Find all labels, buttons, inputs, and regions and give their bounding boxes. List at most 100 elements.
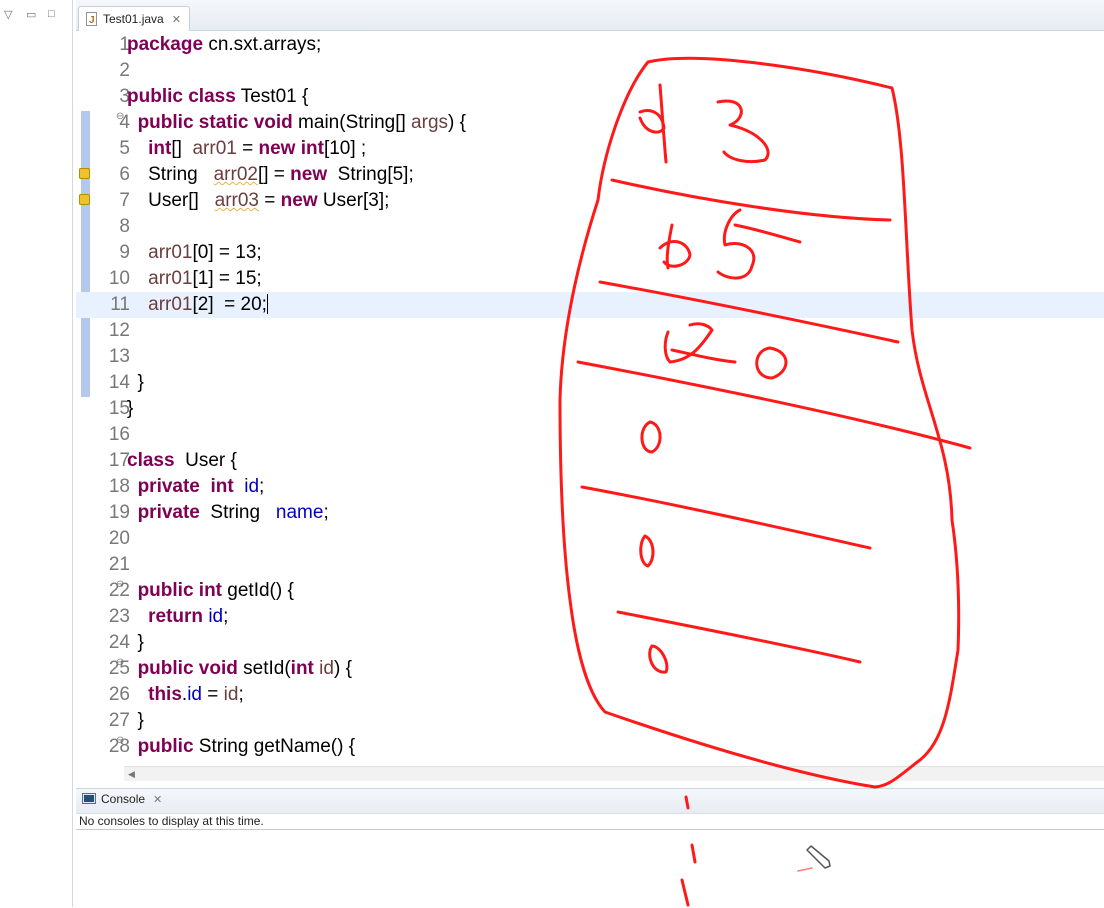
code-token: main(String[] [292,112,412,133]
left-view-panel: ▽ ▭ □ [0,0,73,907]
code-line[interactable]: 13 [76,344,1104,370]
code-line[interactable]: 7 User[] arr03 = new User[3]; [76,188,1104,214]
code-line[interactable]: 14 } [76,370,1104,396]
code-token: new [258,138,296,159]
code-line[interactable]: 25 ⊖ public void setId(int id) { [76,656,1104,682]
code-text: } [127,708,144,734]
code-line[interactable]: 23 return id; [76,604,1104,630]
code-token: arr01 [148,268,193,289]
code-line[interactable]: 3 public class Test01 { [76,84,1104,110]
code-line[interactable]: 27 } [76,708,1104,734]
maximize-icon[interactable]: □ [48,8,55,20]
line-number: 9 [119,242,130,263]
horizontal-scrollbar[interactable]: ◀ [124,766,1104,781]
code-line[interactable]: 11 arr01[2] = 20; [76,292,1104,318]
code-line[interactable]: 4 ⊖ public static void main(String[] args… [76,110,1104,136]
line-number: 6 [119,164,130,185]
close-icon[interactable]: ✕ [172,13,181,26]
code-token: ) { [448,112,466,133]
code-text: public static void main(String[] args) { [127,110,466,136]
code-token: cn.sxt.arrays; [203,34,322,55]
line-number: 19 [108,502,130,523]
code-token: public [137,658,194,679]
view-menu-icon[interactable]: ▽ [4,8,12,21]
warning-icon[interactable] [79,168,90,179]
code-text: arr01[2] = 20; [127,292,268,318]
code-token: [0] = 13; [192,242,262,263]
fold-toggle-icon[interactable]: ⊖ [116,111,124,122]
code-line[interactable]: 28 ⊖ public String getName() { [76,734,1104,760]
code-line[interactable]: 21 [76,552,1104,578]
code-token: User[3]; [317,190,390,211]
code-token: arr01 [192,138,237,159]
code-text: public void setId(int id) { [127,656,352,682]
code-line[interactable]: 19 private String name; [76,500,1104,526]
code-editor[interactable]: 1 package cn.sxt.arrays; 2 3 public class Te… [76,31,1104,765]
scroll-left-icon[interactable]: ◀ [128,767,135,781]
line-number: 26 [108,684,130,705]
code-token: User { [174,450,237,471]
console-tab[interactable]: Console ✕ [82,792,162,806]
fold-toggle-icon[interactable]: ⊖ [116,657,124,668]
line-number: 17 [108,450,130,471]
code-token: new [280,190,318,211]
code-token: [10] ; [323,138,367,159]
code-token: arr01 [148,294,193,315]
code-line[interactable]: 6 String arr02[] = new String[5]; [76,162,1104,188]
code-line[interactable]: 1 package cn.sxt.arrays; [76,32,1104,58]
editor-tab-bar: J Test01.java ✕ [76,0,1104,31]
code-line[interactable]: 18 private int id; [76,474,1104,500]
code-token: ; [323,502,329,523]
text-caret [266,294,268,314]
code-token: ; [238,684,244,705]
code-token: public [127,86,183,107]
code-line[interactable]: 24 } [76,630,1104,656]
code-line[interactable]: 12 [76,318,1104,344]
line-number: 18 [108,476,130,497]
editor-tab[interactable]: J Test01.java ✕ [78,6,190,31]
line-number: 1 [119,34,130,55]
code-token: id [223,684,239,705]
code-line[interactable]: 10 arr01[1] = 15; [76,266,1104,292]
code-line[interactable]: 5 int[] arr01 = new int[10] ; [76,136,1104,162]
code-token: } [127,372,144,393]
fold-toggle-icon[interactable]: ⊖ [116,579,124,590]
fold-toggle-icon[interactable]: ⊖ [116,735,124,746]
close-icon[interactable]: ✕ [153,793,162,806]
line-number: 16 [108,424,130,445]
console-message: No consoles to display at this time. [79,814,264,828]
code-text: User[] arr03 = new User[3]; [127,188,389,214]
line-number: 15 [108,398,130,419]
code-line[interactable]: 2 [76,58,1104,84]
code-line[interactable]: 22 ⊖ public int getId() { [76,578,1104,604]
code-line[interactable]: 9 arr01[0] = 13; [76,240,1104,266]
code-text: public String getName() { [127,734,356,760]
code-line[interactable]: 17 class User { [76,448,1104,474]
code-token: [] [171,138,193,159]
code-token: [2] = 20; [192,294,267,315]
line-number: 12 [108,320,130,341]
code-token: setId( [237,658,291,679]
code-token: int [148,138,172,159]
code-token: } [127,710,144,731]
code-line[interactable]: 26 this.id = id; [76,682,1104,708]
console-icon [82,793,96,804]
code-line[interactable]: 8 [76,214,1104,240]
code-token: String [199,502,276,523]
code-token: public [137,112,194,133]
code-text: this.id = id; [127,682,244,708]
code-text: int[] arr01 = new int[10] ; [127,136,366,162]
code-line[interactable]: 20 [76,526,1104,552]
minimize-icon[interactable]: ▭ [26,8,36,21]
code-line[interactable]: 15} [76,396,1104,422]
code-line[interactable]: 16 [76,422,1104,448]
code-token: getId() { [222,580,294,601]
code-token: arr03 [214,190,259,211]
warning-icon[interactable] [79,194,90,205]
